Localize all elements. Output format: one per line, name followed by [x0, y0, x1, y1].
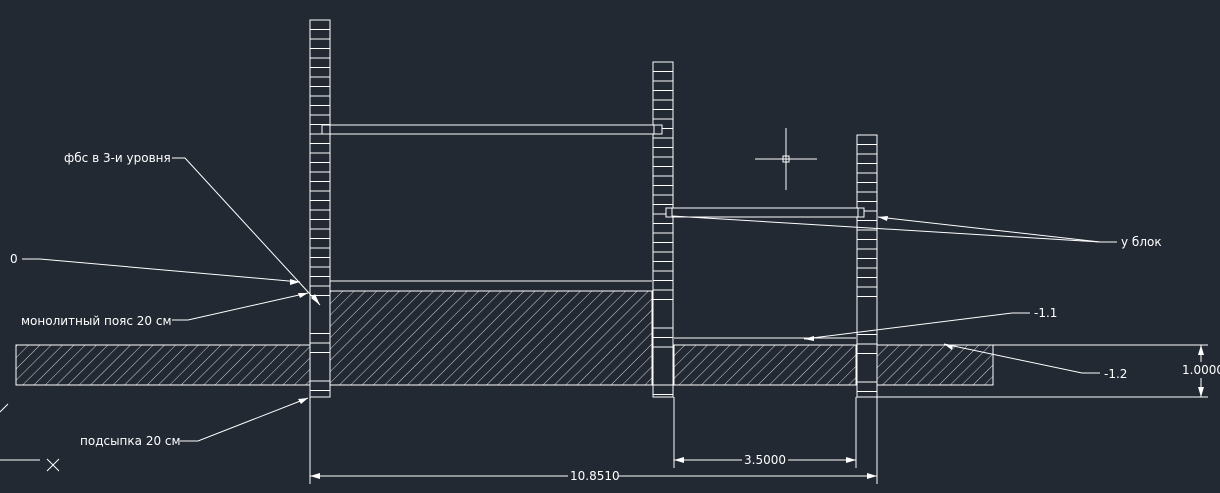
crosshair-cursor-icon: [755, 128, 817, 190]
label-minus-1-2: -1.2: [1104, 367, 1127, 381]
leader-fbs: [172, 157, 321, 306]
leader-belt: [172, 292, 309, 321]
label-minus-1-1: -1.1: [1034, 306, 1057, 320]
label-u-block: у блок: [1121, 235, 1162, 249]
label-fbs: фбс в 3-и уровня: [64, 151, 171, 165]
label-fill: подсыпка 20 см: [80, 434, 181, 448]
brick-wall-left: [309, 19, 331, 398]
dimension-span-small-text: 3.5000: [744, 453, 786, 467]
u-block-lintel: [665, 207, 865, 218]
leader-fill: [180, 397, 309, 442]
label-belt: монолитный пояс 20 см: [21, 314, 172, 328]
cad-drawing-area[interactable]: фбс в 3-и уровня 0 монолитный пояс 20 см…: [0, 0, 1220, 488]
ucs-icon: [0, 403, 60, 472]
brick-wall-middle: [652, 61, 674, 398]
ground-hatch-left: [15, 344, 311, 386]
brick-wall-right: [856, 134, 878, 398]
leader-u-block: [671, 215, 1117, 243]
leader-zero: [22, 258, 301, 285]
dimension-height-text: 1.0000: [1182, 363, 1220, 377]
ground-hatch-center: [329, 290, 653, 386]
lintel-upper: [321, 124, 663, 135]
dimension-span-total-text: 10.8510: [570, 469, 620, 483]
leader-minus-1-1: [803, 312, 1030, 341]
label-zero: 0: [10, 252, 18, 266]
ground-hatch-right-a: [673, 344, 857, 386]
